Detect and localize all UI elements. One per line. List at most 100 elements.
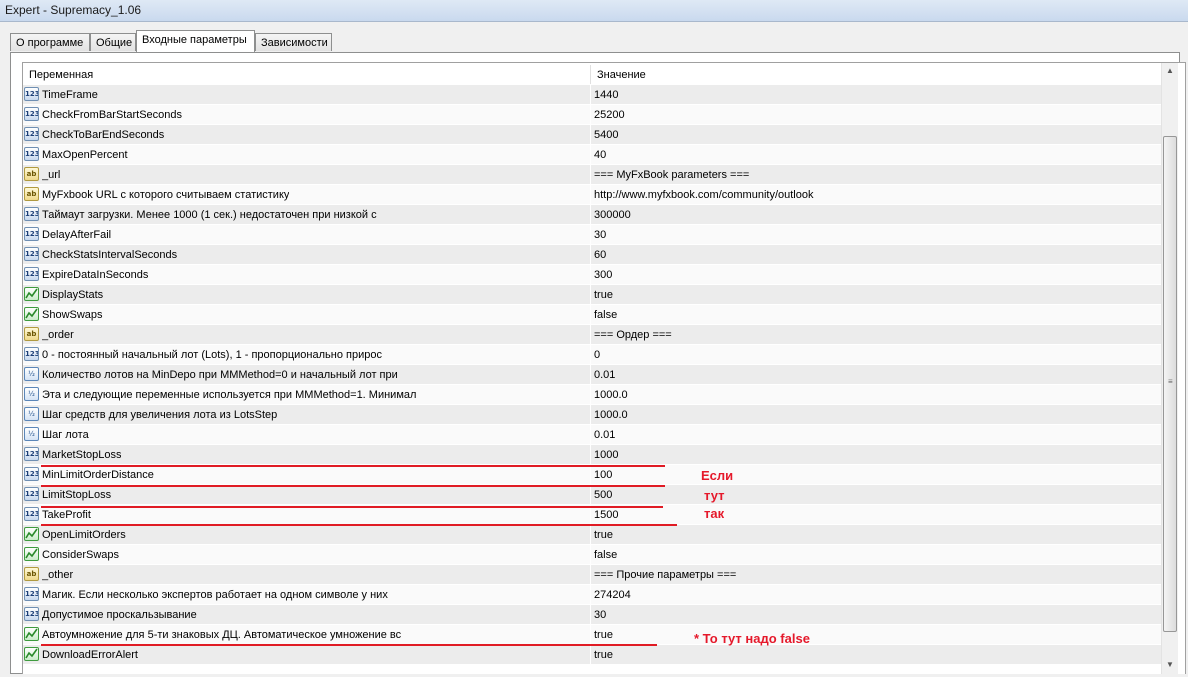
cell-divider (590, 365, 591, 385)
param-row[interactable]: 123 CheckToBarEndSeconds 5400 (23, 125, 1161, 145)
param-value[interactable]: 30 (594, 229, 606, 241)
scroll-up-arrow-icon[interactable]: ▲ (1162, 63, 1178, 79)
param-type-bool-icon (24, 547, 39, 561)
param-row[interactable]: 123 DelayAfterFail 30 (23, 225, 1161, 245)
tab-common[interactable]: Общие (90, 33, 136, 51)
tab-dependencies[interactable]: Зависимости (255, 33, 332, 51)
param-value[interactable]: http://www.myfxbook.com/community/outloo… (594, 189, 813, 201)
param-row[interactable]: 123 0 - постоянный начальный лот (Lots), … (23, 345, 1161, 365)
param-value[interactable]: true (594, 649, 613, 661)
cell-divider (590, 465, 591, 485)
param-type-int-icon: 123 (24, 127, 39, 141)
param-value[interactable]: 300000 (594, 209, 631, 221)
cell-divider (590, 145, 591, 165)
param-value[interactable]: 30 (594, 609, 606, 621)
cell-divider (590, 505, 591, 525)
param-row[interactable]: ab _order === Ордер === (23, 325, 1161, 345)
param-value[interactable]: === Прочие параметры === (594, 569, 736, 581)
param-name: ExpireDataInSeconds (42, 269, 149, 281)
param-value[interactable]: 1000 (594, 449, 618, 461)
param-row[interactable]: 123 MarketStopLoss 1000 (23, 445, 1161, 465)
param-row[interactable]: OpenLimitOrders true (23, 525, 1161, 545)
column-header-value[interactable]: Значение (597, 69, 646, 81)
param-value[interactable]: false (594, 549, 617, 561)
param-name: Шаг средств для увеличения лота из LotsS… (42, 409, 278, 421)
param-type-double-icon: ½ (24, 387, 39, 401)
cell-divider (590, 485, 591, 505)
param-row[interactable]: ½ Шаг средств для увеличения лота из Lots… (23, 405, 1161, 425)
vertical-scrollbar[interactable]: ▲ ≡ ▼ (1161, 63, 1178, 674)
param-row[interactable]: ConsiderSwaps false (23, 545, 1161, 565)
param-value[interactable]: 1500 (594, 509, 618, 521)
param-type-int-icon: 123 (24, 247, 39, 261)
param-row[interactable]: Автоумножение для 5-ти знаковых ДЦ. Авто… (23, 625, 1161, 645)
param-row[interactable]: 123 Допустимое проскальзывание 30 (23, 605, 1161, 625)
grid-rows: 123 TimeFrame 1440 123 CheckFromBarStartSeco… (23, 85, 1161, 665)
param-value[interactable]: 0.01 (594, 369, 615, 381)
param-value[interactable]: 100 (594, 469, 612, 481)
param-value[interactable]: 274204 (594, 589, 631, 601)
param-row[interactable]: 123 LimitStopLoss 500 (23, 485, 1161, 505)
cell-divider (590, 345, 591, 365)
param-row[interactable]: ½ Эта и следующие переменные используется… (23, 385, 1161, 405)
tab-about[interactable]: О программе (10, 33, 90, 51)
annotation-text-so: так (704, 506, 725, 521)
param-row[interactable]: ½ Шаг лота 0.01 (23, 425, 1161, 445)
param-row[interactable]: 123 MinLimitOrderDistance 100 (23, 465, 1161, 485)
param-value[interactable]: 500 (594, 489, 612, 501)
cell-divider (590, 405, 591, 425)
param-value[interactable]: true (594, 289, 613, 301)
param-value[interactable]: false (594, 309, 617, 321)
param-value[interactable]: 60 (594, 249, 606, 261)
param-name: OpenLimitOrders (42, 529, 126, 541)
param-value[interactable]: 1000.0 (594, 409, 628, 421)
param-value[interactable]: === MyFxBook parameters === (594, 169, 749, 181)
param-value[interactable]: 0 (594, 349, 600, 361)
param-row[interactable]: 123 TimeFrame 1440 (23, 85, 1161, 105)
param-value[interactable]: true (594, 629, 613, 641)
param-row[interactable]: DownloadErrorAlert true (23, 645, 1161, 665)
cell-divider (590, 525, 591, 545)
param-value[interactable]: 0.01 (594, 429, 615, 441)
cell-divider (590, 265, 591, 285)
cell-divider (590, 325, 591, 345)
parameters-grid: Переменная Значение 123 TimeFrame 1440 123 C… (22, 62, 1186, 674)
cell-divider (590, 85, 591, 105)
param-value[interactable]: 25200 (594, 109, 625, 121)
param-value[interactable]: true (594, 529, 613, 541)
param-row[interactable]: 123 ExpireDataInSeconds 300 (23, 265, 1161, 285)
param-name: Шаг лота (42, 429, 89, 441)
scroll-down-arrow-icon[interactable]: ▼ (1162, 657, 1178, 673)
param-type-bool-icon (24, 627, 39, 641)
param-type-bool-icon (24, 307, 39, 321)
param-value[interactable]: 1440 (594, 89, 618, 101)
param-type-int-icon: 123 (24, 607, 39, 621)
param-row[interactable]: ab _url === MyFxBook parameters === (23, 165, 1161, 185)
param-type-double-icon: ½ (24, 407, 39, 421)
tab-input-parameters[interactable]: Входные параметры (136, 30, 255, 52)
param-value[interactable]: 1000.0 (594, 389, 628, 401)
cell-divider (590, 245, 591, 265)
param-name: _other (42, 569, 74, 581)
param-name: 0 - постоянный начальный лот (Lots), 1 -… (42, 349, 382, 361)
param-row[interactable]: 123 TakeProfit 1500 (23, 505, 1161, 525)
column-divider[interactable] (590, 65, 591, 84)
param-row[interactable]: ab _other === Прочие параметры === (23, 565, 1161, 585)
param-row[interactable]: DisplayStats true (23, 285, 1161, 305)
param-name: Допустимое проскальзывание (42, 609, 197, 621)
param-row[interactable]: 123 MaxOpenPercent 40 (23, 145, 1161, 165)
param-value[interactable]: 40 (594, 149, 606, 161)
param-value[interactable]: === Ордер === (594, 329, 672, 341)
param-row[interactable]: ½ Количество лотов на MinDepo при MMMetho… (23, 365, 1161, 385)
param-row[interactable]: 123 Магик. Если несколько экспертов работ… (23, 585, 1161, 605)
param-type-bool-icon (24, 527, 39, 541)
param-row[interactable]: 123 CheckStatsIntervalSeconds 60 (23, 245, 1161, 265)
param-value[interactable]: 5400 (594, 129, 618, 141)
param-row[interactable]: 123 CheckFromBarStartSeconds 25200 (23, 105, 1161, 125)
param-row[interactable]: ShowSwaps false (23, 305, 1161, 325)
param-value[interactable]: 300 (594, 269, 612, 281)
param-row[interactable]: ab MyFxbook URL с которого считываем стат… (23, 185, 1161, 205)
param-row[interactable]: 123 Таймаут загрузки. Менее 1000 (1 сек.)… (23, 205, 1161, 225)
scrollbar-thumb[interactable]: ≡ (1163, 136, 1177, 632)
column-header-variable[interactable]: Переменная (29, 69, 93, 81)
